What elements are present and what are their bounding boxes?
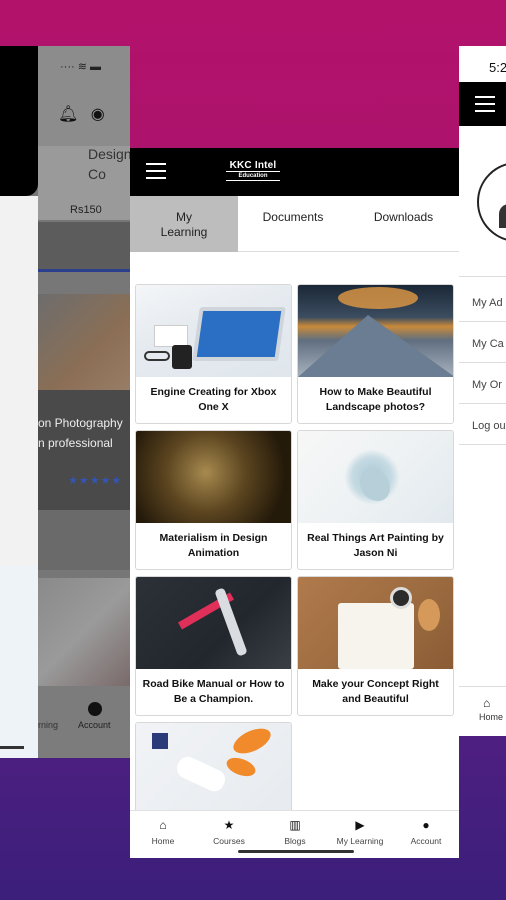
course-title: Engine Creating for Xbox One X [150,386,277,413]
course-card[interactable]: How to Make Beautiful Landscape photos? [297,284,454,424]
left-price: Rs150 [70,204,102,216]
nav-account[interactable]: ● Account [393,817,459,846]
left-header-icons: 🔔︎ ◉ [58,104,105,124]
left-white-lower [0,566,38,758]
home-indicator [238,850,354,853]
course-card[interactable]: Real Things Art Painting by Jason Ni [297,430,454,570]
course-card[interactable]: Make your Concept Right and Beautiful [297,576,454,716]
left-card-text-area [38,390,130,510]
right-bottom-nav [459,686,506,736]
course-image-xbox [136,285,291,377]
app-header: KKC Intel Education [130,148,459,196]
right-home-icon[interactable]: ⌂ [483,696,490,710]
left-course-text: Design Co [88,146,130,182]
right-status-time: 5:2 [489,60,506,75]
left-bar-line [0,746,24,749]
play-icon: ▶ [355,818,365,832]
nav-label: Account [410,836,442,846]
nav-courses[interactable]: ★ Courses [196,817,262,846]
left-account-icon[interactable] [88,702,102,716]
right-divider [459,276,506,277]
course-title: Road Bike Manual or How to Be a Champion… [142,678,285,705]
course-image-concept [298,577,453,669]
course-card[interactable]: Engine Creating for Xbox One X [135,284,292,424]
course-title: Real Things Art Painting by Jason Ni [307,532,444,559]
left-nav-account-label[interactable]: Account [78,720,111,730]
course-title: Materialism in Design Animation [159,532,268,559]
hamburger-menu-icon[interactable] [146,163,166,181]
right-avatar[interactable] [477,162,506,242]
right-divider [459,403,506,404]
course-image-bike [136,577,291,669]
course-card[interactable] [135,722,292,812]
left-card-title-2: n professional [38,436,113,450]
right-home-label[interactable]: Home [479,712,503,722]
app-logo: KKC Intel Education [226,160,280,181]
course-card[interactable]: Materialism in Design Animation [135,430,292,570]
left-gray-band [38,510,130,570]
course-card[interactable]: Road Bike Manual or How to Be a Champion… [135,576,292,716]
left-status-bar: ···· ≋ ▬ [38,46,130,86]
tab-downloads[interactable]: Downloads [348,196,459,252]
right-divider [459,444,506,445]
nav-label: Blogs [284,836,306,846]
course-grid: Engine Creating for Xbox One X How to Ma… [130,252,459,812]
right-hamburger-icon[interactable] [475,96,495,117]
user-icon[interactable]: ◉ [91,106,105,123]
tab-documents[interactable]: Documents [238,196,348,252]
right-menu-item-ads[interactable]: My Ad [472,297,503,309]
left-card-title-1: on Photography [38,416,123,430]
left-background-screen: ···· ≋ ▬ 🔔︎ ◉ Design Co Rs150 on Photogr… [0,46,130,758]
course-image-art [298,431,453,523]
nav-label: My Learning [336,836,384,846]
nav-my-learning[interactable]: ▶ My Learning [327,817,393,846]
right-divider [459,321,506,322]
right-background-screen: 5:2 My Ad My Ca My Or Log ou ⌂ Home [459,46,506,736]
course-image-shoes [136,723,291,811]
logo-title: KKC Intel [229,160,277,171]
bell-icon[interactable]: 🔔︎ [58,106,78,123]
left-black-panel [0,46,38,196]
course-title: Make your Concept Right and Beautiful [312,678,439,705]
nav-label: Courses [213,836,245,846]
right-divider [459,362,506,363]
logo-subtitle: Education [226,171,280,181]
course-title: How to Make Beautiful Landscape photos? [319,386,432,413]
left-blue-line [38,269,130,272]
left-nav-label[interactable]: rning [38,720,58,730]
right-menu-item-orders[interactable]: My Or [472,379,502,391]
tab-bar: My Learning Documents Downloads [130,196,459,252]
left-rating-stars: ★★★★★ [68,475,123,487]
course-image-material [136,431,291,523]
account-icon: ● [422,818,430,832]
left-card-image-2[interactable] [38,578,130,686]
course-image-mountain [298,285,453,377]
nav-label: Home [151,836,175,846]
left-dark-band [38,222,130,272]
nav-blogs[interactable]: ▥ Blogs [262,817,328,846]
tab-my-learning[interactable]: My Learning [130,196,238,252]
home-icon: ⌂ [159,818,167,832]
map-icon: ▥ [289,818,301,832]
nav-home[interactable]: ⌂ Home [130,817,196,846]
right-avatar-silhouette [499,204,506,228]
left-card-image[interactable] [38,294,130,390]
star-icon: ★ [223,818,235,832]
right-menu-item-cart[interactable]: My Ca [472,338,504,350]
main-phone-screen: KKC Intel Education My Learning Document… [130,148,459,858]
right-menu-item-logout[interactable]: Log ou [472,420,506,432]
